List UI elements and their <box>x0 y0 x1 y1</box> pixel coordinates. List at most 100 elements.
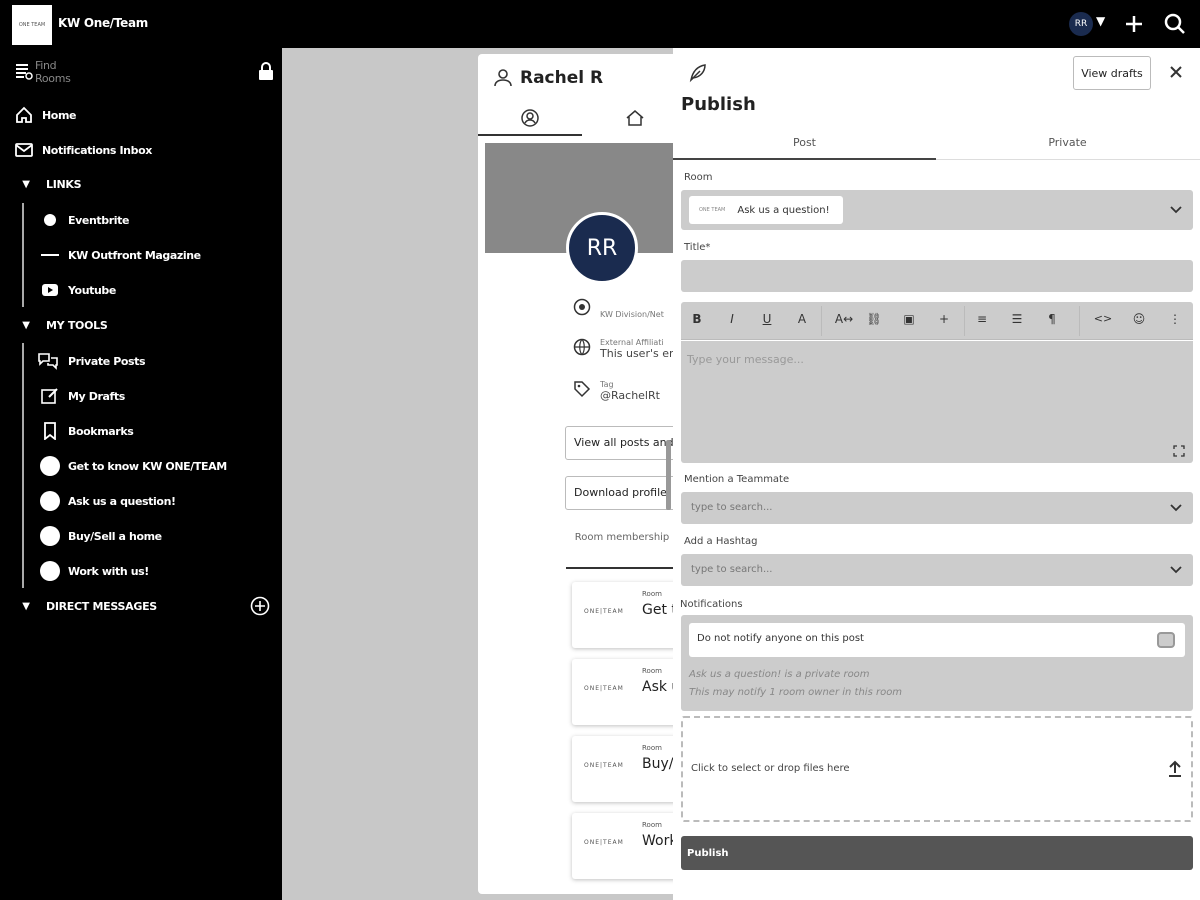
room-card-logo: ONE|TEAM <box>584 608 624 615</box>
profile-tab-indicator <box>478 134 582 136</box>
sidebar-item-label: Eventbrite <box>68 213 130 227</box>
bold-button[interactable]: B <box>687 312 707 326</box>
room-card-logo: ONE|TEAM <box>584 685 624 692</box>
profile-tab-about-icon[interactable] <box>520 108 540 128</box>
tools-section-toggle[interactable]: ▼ MY TOOLS <box>18 319 107 332</box>
notifications-box: Do not notify anyone on this post Ask us… <box>681 615 1193 711</box>
sidebar-item-label: Private Posts <box>68 354 146 368</box>
toolbar-divider <box>1079 306 1080 336</box>
user-menu-caret-icon[interactable]: ▼ <box>1096 14 1105 28</box>
sidebar-tool-private-posts[interactable]: Private Posts <box>36 351 146 371</box>
dm-section-toggle[interactable]: ▼ DIRECT MESSAGES <box>18 600 157 613</box>
tools-divider <box>22 343 24 588</box>
room-card[interactable]: ONE|TEAM Room Get t <box>572 582 678 648</box>
user-avatar[interactable]: RR <box>1069 12 1093 36</box>
link-button[interactable]: ⛓ <box>864 312 884 326</box>
links-divider <box>22 203 24 307</box>
app-title[interactable]: KW One/Team <box>58 16 148 30</box>
sidebar-link-outfront[interactable]: KW Outfront Magazine <box>40 245 201 265</box>
tab-private[interactable]: Private <box>936 136 1199 160</box>
eventbrite-icon <box>44 214 56 226</box>
sidebar-item-label: Ask us a question! <box>68 494 176 508</box>
section-heading: MY TOOLS <box>46 319 108 332</box>
sidebar-tool-bookmarks[interactable]: Bookmarks <box>40 421 134 441</box>
chat-bubbles-icon <box>38 353 58 370</box>
profile-scrollbar[interactable] <box>666 440 671 510</box>
profile-tabs <box>478 104 678 136</box>
code-button[interactable]: <> <box>1093 312 1113 325</box>
view-drafts-button[interactable]: View drafts <box>1073 56 1151 90</box>
mention-input[interactable]: type to search... <box>681 492 1193 524</box>
insert-button[interactable]: + <box>934 312 954 326</box>
sidebar-room-ask-us[interactable]: Ask us a question! <box>40 491 176 511</box>
sidebar-room-buy-sell[interactable]: Buy/Sell a home <box>40 526 162 546</box>
room-chip[interactable]: ONE TEAM Ask us a question! <box>689 196 843 224</box>
profile-tab-home-icon[interactable] <box>625 108 645 128</box>
more-options-button[interactable]: ⋮ <box>1165 312 1185 326</box>
mention-placeholder: type to search... <box>691 502 773 513</box>
sidebar-item-label: Bookmarks <box>68 424 134 438</box>
profile-avatar: RR <box>566 212 638 284</box>
view-all-posts-button[interactable]: View all posts and <box>565 426 678 460</box>
lock-icon[interactable] <box>258 62 274 80</box>
paragraph-button[interactable]: ¶ <box>1042 312 1062 326</box>
sidebar-link-youtube[interactable]: Youtube <box>40 280 116 300</box>
message-editor[interactable]: Type your message... <box>681 341 1193 463</box>
image-button[interactable]: ▣ <box>899 312 919 326</box>
toolbar-divider <box>964 306 965 336</box>
hashtag-input[interactable]: type to search... <box>681 554 1193 586</box>
sidebar-item-home[interactable]: Home <box>14 105 76 125</box>
file-drop-zone[interactable]: Click to select or drop files here <box>681 716 1193 822</box>
room-membership-tab[interactable]: Room membership <box>566 530 678 546</box>
room-card[interactable]: ONE|TEAM Room Work <box>572 813 678 879</box>
expand-icon[interactable] <box>1173 445 1185 457</box>
room-select[interactable]: ONE TEAM Ask us a question! <box>681 190 1193 230</box>
notify-note-owner: This may notify 1 room owner in this roo… <box>689 687 903 698</box>
room-card-label: Room <box>642 744 662 752</box>
ordered-list-button[interactable]: ≡ <box>972 312 992 326</box>
upload-icon <box>1169 760 1181 777</box>
sidebar-item-label: Home <box>42 108 77 122</box>
hashtag-label: Add a Hashtag <box>684 536 758 547</box>
sidebar-item-notifications[interactable]: Notifications Inbox <box>14 140 152 160</box>
download-profile-button[interactable]: Download profile <box>565 476 678 510</box>
plus-icon[interactable] <box>1122 12 1146 36</box>
mention-label: Mention a Teammate <box>684 474 790 485</box>
sidebar-link-eventbrite[interactable]: Eventbrite <box>40 210 129 230</box>
font-color-button[interactable]: A <box>792 312 812 326</box>
add-circle-icon[interactable] <box>250 596 270 616</box>
sidebar-room-work-with-us[interactable]: Work with us! <box>40 561 149 581</box>
room-card[interactable]: ONE|TEAM Room Ask u <box>572 659 678 725</box>
sidebar-room-get-to-know[interactable]: Get to know KW ONE/TEAM <box>40 456 227 476</box>
notify-note-private: Ask us a question! is a private room <box>689 669 870 680</box>
notify-option[interactable]: Do not notify anyone on this post <box>689 623 1185 657</box>
division-label: KW Division/Net <box>600 310 664 319</box>
app-logo[interactable]: ONE TEAM <box>12 5 52 45</box>
title-input[interactable] <box>681 260 1193 292</box>
room-card-label: Room <box>642 590 662 598</box>
room-card-name: Buy/ <box>642 756 674 772</box>
youtube-icon <box>42 284 58 296</box>
room-membership-indicator <box>566 567 678 569</box>
sidebar-tool-my-drafts[interactable]: My Drafts <box>40 386 125 406</box>
links-section-toggle[interactable]: ▼ LINKS <box>18 178 81 191</box>
publish-button[interactable]: Publish <box>681 836 1193 870</box>
tab-post[interactable]: Post <box>673 136 936 160</box>
unordered-list-button[interactable]: ☰ <box>1007 312 1027 326</box>
tab-indicator <box>673 158 936 160</box>
profile-name-text: Rachel R <box>520 68 604 88</box>
find-rooms[interactable]: Find Rooms <box>14 59 71 85</box>
search-icon[interactable] <box>1163 12 1187 36</box>
underline-button[interactable]: U <box>757 312 777 326</box>
notify-toggle[interactable] <box>1157 632 1175 648</box>
font-size-button[interactable]: A↔ <box>831 312 857 326</box>
sidebar-item-label: Buy/Sell a home <box>68 529 162 543</box>
find-rooms-label: Find Rooms <box>35 59 71 85</box>
close-icon[interactable] <box>1166 62 1186 82</box>
emoji-button[interactable]: ☺ <box>1129 312 1149 326</box>
sidebar-item-label: My Drafts <box>68 389 125 403</box>
italic-button[interactable]: I <box>722 312 742 326</box>
editor-toolbar: B I U A A↔ ⛓ ▣ + ≡ ☰ ¶ <> ☺ ⋮ <box>681 302 1193 340</box>
room-card[interactable]: ONE|TEAM Room Buy/ <box>572 736 678 802</box>
sidebar-item-label: Youtube <box>68 283 116 297</box>
